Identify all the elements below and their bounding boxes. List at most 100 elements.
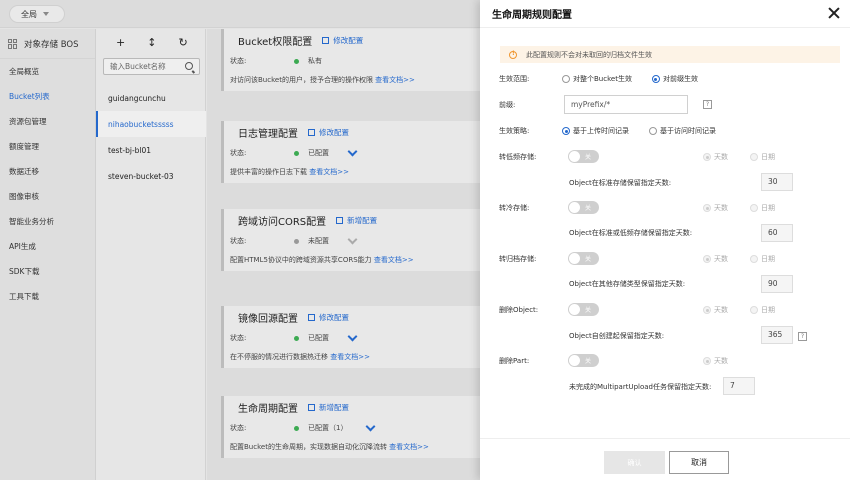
add-config-link[interactable]: 新增配置 — [308, 402, 349, 413]
strategy-row: 生效策略: 基于上传时间记录 基于访问时间记录 — [499, 124, 716, 138]
days-input[interactable]: 365 — [761, 326, 793, 344]
desc-text: 在不停服的情况进行数据热迁移 — [230, 353, 331, 361]
expand-chevron-icon[interactable] — [347, 234, 358, 244]
sidebar-item-bucket-list[interactable]: Bucket列表 — [0, 84, 95, 109]
refresh-icon[interactable]: ↻ — [178, 36, 187, 49]
days-input[interactable]: 90 — [761, 275, 793, 293]
cancel-button[interactable]: 取消 — [669, 451, 729, 474]
status-label: 状态: — [230, 334, 247, 342]
radio-date[interactable] — [750, 153, 758, 161]
radio-days[interactable] — [703, 255, 711, 263]
prefix-label: 前缀: — [499, 101, 516, 109]
scope-row: 生效范围: 对整个Bucket生效 对前缀生效 — [499, 72, 698, 86]
lifecycle-drawer: 生命周期规则配置 此配置规则不会对未取回的归档文件生效 生效范围: 对整个Buc… — [480, 0, 850, 480]
days-input[interactable]: 7 — [723, 377, 755, 395]
rule-desc-text: Object在其他存储类型保留指定天数: — [569, 280, 686, 288]
help-icon[interactable]: ? — [703, 100, 712, 109]
top-bar: 全局 — [0, 0, 480, 28]
sidebar-item-migration[interactable]: 数据迁移 — [0, 159, 95, 184]
radio-access-time[interactable] — [649, 127, 657, 135]
edit-config-link[interactable]: 修改配置 — [308, 312, 349, 323]
sort-icon[interactable]: ↕ — [147, 36, 156, 49]
status-label: 状态: — [230, 149, 247, 157]
close-icon[interactable] — [828, 7, 840, 19]
add-icon[interactable]: + — [116, 36, 125, 49]
expand-chevron-icon[interactable] — [366, 421, 376, 431]
sidebar-item-api[interactable]: API生成 — [0, 234, 95, 259]
toggle-switch[interactable]: 关 — [568, 201, 599, 214]
rule-row-cold: 转冷存储: — [499, 201, 529, 215]
radio-label: 日期 — [761, 255, 775, 263]
expand-chevron-icon[interactable] — [347, 146, 358, 156]
add-config-link[interactable]: 新增配置 — [336, 215, 377, 226]
bucket-item[interactable]: steven-bucket-03 — [96, 163, 206, 189]
toggle-label: 关 — [585, 307, 592, 314]
radio-date[interactable] — [750, 204, 758, 212]
sidebar-item-tools[interactable]: 工具下载 — [0, 284, 95, 309]
radio-upload-time[interactable] — [562, 127, 570, 135]
status-dot — [294, 58, 299, 64]
radio-whole-bucket[interactable] — [562, 75, 570, 83]
radio-date[interactable] — [750, 306, 758, 314]
status-value: 未配置 — [308, 237, 329, 245]
doc-link[interactable]: 查看文档>> — [330, 353, 370, 361]
radio-label: 天数 — [714, 153, 728, 161]
search-icon[interactable] — [185, 62, 193, 70]
doc-link[interactable]: 查看文档>> — [309, 168, 349, 176]
sidebar-item-overview[interactable]: 全局概览 — [0, 59, 95, 84]
warning-icon — [509, 50, 517, 59]
radio-days[interactable] — [703, 153, 711, 161]
toggle-label: 关 — [585, 154, 592, 161]
sidebar-item-quota[interactable]: 额度管理 — [0, 134, 95, 159]
bucket-item[interactable]: guidangcunchu — [96, 85, 206, 111]
rule-options: 天数 — [703, 354, 728, 368]
footer-divider — [480, 438, 850, 439]
toggle-switch[interactable]: 关 — [568, 303, 599, 316]
card-mirror: 镜像回源配置 修改配置 状态: 已配置 在不停服的情况进行数据热迁移 查看文档>… — [221, 306, 480, 368]
sidebar-item-resource-packs[interactable]: 资源包管理 — [0, 109, 95, 134]
radio-days[interactable] — [703, 357, 711, 365]
edit-label: 修改配置 — [333, 35, 364, 45]
days-input[interactable]: 30 — [761, 173, 793, 191]
notice-bar: 此配置规则不会对未取回的归档文件生效 — [500, 46, 840, 63]
toggle-switch[interactable]: 关 — [568, 150, 599, 163]
expand-chevron-icon[interactable] — [347, 331, 358, 341]
toggle-switch[interactable]: 关 — [568, 252, 599, 265]
edit-config-link[interactable]: 修改配置 — [322, 35, 363, 46]
prefix-input[interactable]: myPrefix/* — [564, 95, 688, 114]
edit-icon — [308, 403, 315, 411]
status-label: 状态: — [230, 424, 247, 432]
doc-link[interactable]: 查看文档>> — [389, 443, 429, 451]
rule-desc-text: Object在标准存储保留指定天数: — [569, 179, 672, 187]
sidebar-item-analytics[interactable]: 智能业务分析 — [0, 209, 95, 234]
doc-link[interactable]: 查看文档>> — [374, 256, 414, 264]
drawer-title-text: 生命周期规则配置 — [492, 10, 572, 21]
bucket-item-selected[interactable]: nihaobucketsssss — [96, 111, 206, 137]
doc-link[interactable]: 查看文档>> — [375, 76, 415, 84]
bucket-item[interactable]: test-bj-bl01 — [96, 137, 206, 163]
confirm-button[interactable]: 确认 — [604, 451, 665, 474]
rule-options: 天数 日期 — [703, 252, 775, 266]
radio-days[interactable] — [703, 306, 711, 314]
toggle-switch[interactable]: 关 — [568, 354, 599, 367]
rule-options: 天数 日期 — [703, 201, 775, 215]
days-input[interactable]: 60 — [761, 224, 793, 242]
bucket-search-input[interactable]: 输入Bucket名称 — [103, 58, 200, 75]
sidebar-item-image-review[interactable]: 图像审核 — [0, 184, 95, 209]
card-desc: 对访问该Bucket的用户，授予合理的操作权限 查看文档>> — [224, 71, 480, 91]
rule-label: 转低频存储: — [499, 153, 537, 161]
edit-label: 修改配置 — [319, 312, 349, 322]
rule-desc: Object在其他存储类型保留指定天数: — [569, 277, 685, 291]
radio-days[interactable] — [703, 204, 711, 212]
radio-prefix[interactable] — [651, 75, 660, 83]
edit-config-link[interactable]: 修改配置 — [308, 127, 349, 138]
radio-label: 天数 — [714, 306, 728, 314]
sidebar-item-label: Bucket列表 — [9, 92, 50, 101]
status-row: 状态: 未配置 — [224, 231, 480, 251]
rule-desc: 未完成的MultipartUpload任务保留指定天数: — [569, 380, 711, 394]
radio-date[interactable] — [750, 255, 758, 263]
sidebar-item-sdk[interactable]: SDK下载 — [0, 259, 95, 284]
region-select[interactable]: 全局 — [9, 5, 65, 23]
help-icon[interactable]: ? — [798, 332, 807, 341]
edit-label: 新增配置 — [347, 215, 378, 225]
